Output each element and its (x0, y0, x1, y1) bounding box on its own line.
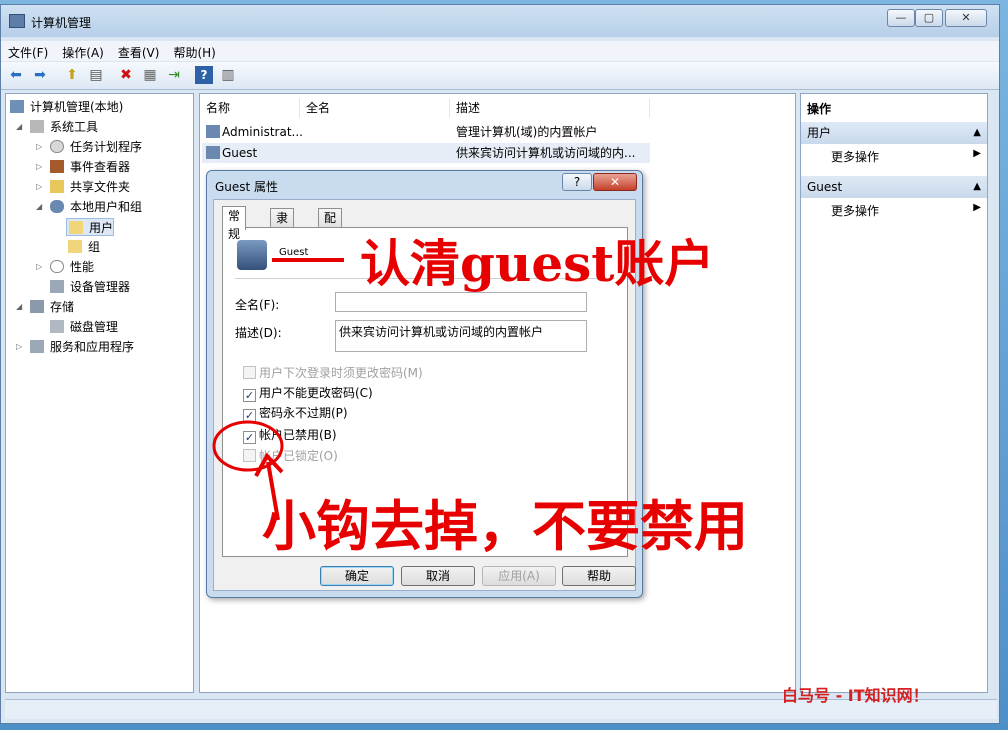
tab-general[interactable]: 常规 (222, 206, 247, 241)
annotation-uncheck: 小钩去掉，不要禁用 (262, 494, 748, 558)
annotation-identify-guest: 认清guest账户 (360, 234, 715, 293)
annotation-overlay (212, 258, 344, 521)
watermark: 白马号 - IT知识网！ (782, 686, 929, 705)
